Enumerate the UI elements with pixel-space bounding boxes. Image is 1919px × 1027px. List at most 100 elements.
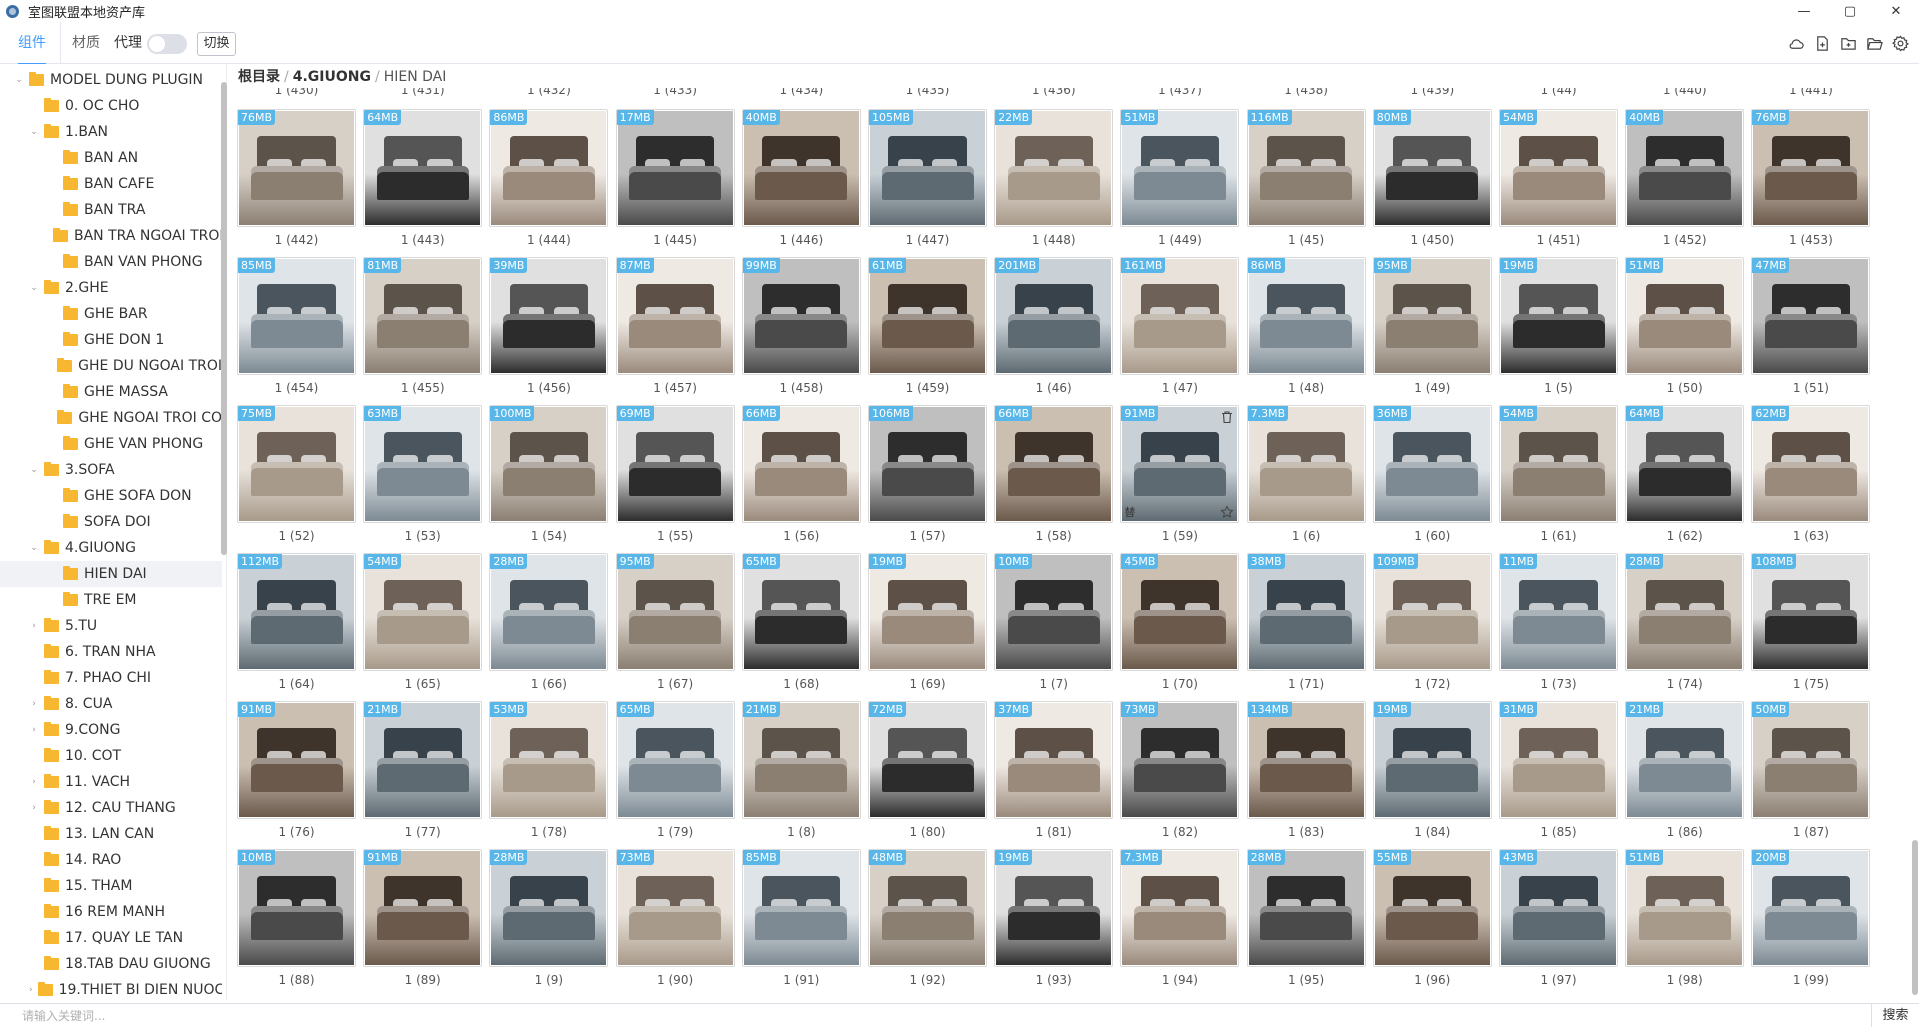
minimize-button[interactable]: — xyxy=(1781,0,1827,22)
asset-thumbnail[interactable]: 20MB xyxy=(1751,849,1871,967)
sidebar-scrollbar[interactable] xyxy=(221,82,227,555)
sidebar-item[interactable]: 7. PHAO CHI xyxy=(0,665,222,691)
asset-thumbnail[interactable]: 80MB xyxy=(1372,109,1492,227)
chevron-right-icon[interactable]: › xyxy=(29,699,39,709)
asset-thumbnail[interactable]: 19MB xyxy=(1499,257,1618,375)
asset-thumbnail[interactable]: 54MB xyxy=(1499,405,1618,523)
chevron-down-icon[interactable]: ⌄ xyxy=(29,127,39,137)
asset-thumbnail[interactable]: 50MB xyxy=(1751,701,1871,819)
chevron-down-icon[interactable]: ⌄ xyxy=(29,283,39,293)
asset-thumbnail[interactable]: 38MB xyxy=(1246,553,1366,671)
asset-thumbnail[interactable]: 91MB xyxy=(363,849,483,967)
new-folder-icon[interactable] xyxy=(1835,32,1861,54)
sidebar-item[interactable]: ⌄ 2.GHE xyxy=(0,275,222,301)
asset-thumbnail[interactable]: 76MB xyxy=(1751,109,1871,227)
asset-thumbnail[interactable]: 37MB xyxy=(994,701,1114,819)
asset-thumbnail[interactable]: 100MB xyxy=(489,405,609,523)
asset-thumbnail[interactable]: 51MB xyxy=(1625,849,1745,967)
asset-thumbnail[interactable]: 28MB xyxy=(489,553,609,671)
asset-thumbnail[interactable]: 112MB xyxy=(237,553,356,671)
sidebar-item[interactable]: ⌄ MODEL DUNG PLUGIN xyxy=(0,67,222,93)
asset-thumbnail[interactable]: 95MB xyxy=(1372,257,1492,375)
trash-icon[interactable] xyxy=(1220,410,1234,424)
asset-thumbnail[interactable]: 36MB xyxy=(1372,405,1492,523)
asset-thumbnail[interactable]: 61MB xyxy=(868,257,987,375)
asset-thumbnail[interactable]: 43MB xyxy=(1499,849,1618,967)
asset-thumbnail[interactable]: 91MB xyxy=(237,701,356,819)
asset-thumbnail[interactable]: 7.3MB xyxy=(1246,405,1366,523)
switch-button[interactable]: 切换 xyxy=(197,32,236,56)
asset-thumbnail[interactable]: 81MB xyxy=(363,257,483,375)
asset-thumbnail[interactable]: 116MB xyxy=(1246,109,1366,227)
asset-thumbnail[interactable]: 28MB xyxy=(1246,849,1366,967)
cloud-icon[interactable] xyxy=(1783,32,1809,54)
asset-thumbnail[interactable]: 19MB xyxy=(868,553,987,671)
star-icon[interactable] xyxy=(1220,505,1235,519)
asset-thumbnail[interactable]: 51MB xyxy=(1120,109,1240,227)
chevron-right-icon[interactable]: › xyxy=(29,985,33,995)
asset-thumbnail[interactable]: 64MB xyxy=(363,109,483,227)
asset-thumbnail[interactable]: 10MB xyxy=(994,553,1114,671)
breadcrumb-parent[interactable]: 4.GIUONG xyxy=(293,69,371,85)
asset-thumbnail[interactable]: 40MB xyxy=(1625,109,1745,227)
chevron-down-icon[interactable]: ⌄ xyxy=(29,543,39,553)
asset-thumbnail[interactable]: 47MB xyxy=(1751,257,1871,375)
asset-thumbnail[interactable]: 73MB xyxy=(1120,701,1240,819)
asset-thumbnail[interactable]: 10MB xyxy=(237,849,356,967)
asset-thumbnail[interactable]: 87MB xyxy=(615,257,735,375)
replace-label[interactable]: 替 xyxy=(1124,504,1135,520)
sidebar-item[interactable]: HIEN DAI xyxy=(0,561,222,587)
chevron-right-icon[interactable]: › xyxy=(29,803,39,813)
asset-thumbnail[interactable]: 91MB 替 xyxy=(1120,405,1240,523)
asset-thumbnail[interactable]: 85MB xyxy=(237,257,356,375)
asset-thumbnail[interactable]: 21MB xyxy=(741,701,861,819)
asset-thumbnail[interactable]: 54MB xyxy=(1499,109,1618,227)
chevron-right-icon[interactable]: › xyxy=(29,725,39,735)
asset-thumbnail[interactable]: 62MB xyxy=(1751,405,1871,523)
sidebar-item[interactable]: 14. RAO xyxy=(0,847,222,873)
close-button[interactable]: ✕ xyxy=(1873,0,1919,22)
sidebar-item[interactable]: SOFA DOI xyxy=(0,509,222,535)
asset-thumbnail[interactable]: 105MB xyxy=(868,109,987,227)
asset-thumbnail[interactable]: 65MB xyxy=(741,553,861,671)
asset-thumbnail[interactable]: 99MB xyxy=(741,257,861,375)
new-file-icon[interactable] xyxy=(1809,32,1835,54)
sidebar-item[interactable]: GHE BAR xyxy=(0,301,222,327)
sidebar-item[interactable]: 18.TAB DAU GIUONG xyxy=(0,951,222,977)
asset-thumbnail[interactable]: 48MB xyxy=(868,849,987,967)
sidebar-item[interactable]: › 5.TU xyxy=(0,613,222,639)
asset-thumbnail[interactable]: 21MB xyxy=(363,701,483,819)
asset-thumbnail[interactable]: 39MB xyxy=(489,257,609,375)
sidebar-item[interactable]: GHE SOFA DON xyxy=(0,483,222,509)
chevron-right-icon[interactable]: › xyxy=(29,777,39,787)
asset-thumbnail[interactable]: 11MB xyxy=(1499,553,1618,671)
sidebar-item[interactable]: BAN CAFE xyxy=(0,171,222,197)
sidebar-item[interactable]: › 11. VACH xyxy=(0,769,222,795)
asset-thumbnail[interactable]: 85MB xyxy=(741,849,861,967)
sidebar-item[interactable]: GHE NGOAI TROI CO xyxy=(0,405,222,431)
proxy-toggle[interactable] xyxy=(147,34,187,54)
asset-thumbnail[interactable]: 51MB xyxy=(1625,257,1745,375)
tab-components[interactable]: 组件 xyxy=(18,22,46,65)
search-input[interactable] xyxy=(6,1006,1864,1026)
search-button[interactable]: 搜索 xyxy=(1871,1004,1919,1027)
sidebar-item[interactable]: BAN TRA NGOAI TROI xyxy=(0,223,222,249)
sidebar-item[interactable]: ⌄ 3.SOFA xyxy=(0,457,222,483)
sidebar-item[interactable]: 10. COT xyxy=(0,743,222,769)
asset-thumbnail[interactable]: 134MB xyxy=(1246,701,1366,819)
sidebar-item[interactable]: › 19.THIET BI DIEN NUOC xyxy=(0,977,222,1000)
asset-thumbnail[interactable]: 45MB xyxy=(1120,553,1240,671)
asset-thumbnail[interactable]: 73MB xyxy=(615,849,735,967)
asset-thumbnail[interactable]: 66MB xyxy=(994,405,1114,523)
asset-thumbnail[interactable]: 76MB xyxy=(237,109,356,227)
asset-thumbnail[interactable]: 72MB xyxy=(868,701,987,819)
sidebar-item[interactable]: GHE DU NGOAI TROI xyxy=(0,353,222,379)
sidebar-item[interactable]: GHE VAN PHONG xyxy=(0,431,222,457)
settings-icon[interactable] xyxy=(1887,32,1913,54)
asset-thumbnail[interactable]: 54MB xyxy=(363,553,483,671)
sidebar-item[interactable]: 13. LAN CAN xyxy=(0,821,222,847)
sidebar-item[interactable]: › 12. CAU THANG xyxy=(0,795,222,821)
maximize-button[interactable]: ▢ xyxy=(1827,0,1873,22)
asset-thumbnail[interactable]: 86MB xyxy=(1246,257,1366,375)
tab-materials[interactable]: 材质 xyxy=(72,22,100,64)
